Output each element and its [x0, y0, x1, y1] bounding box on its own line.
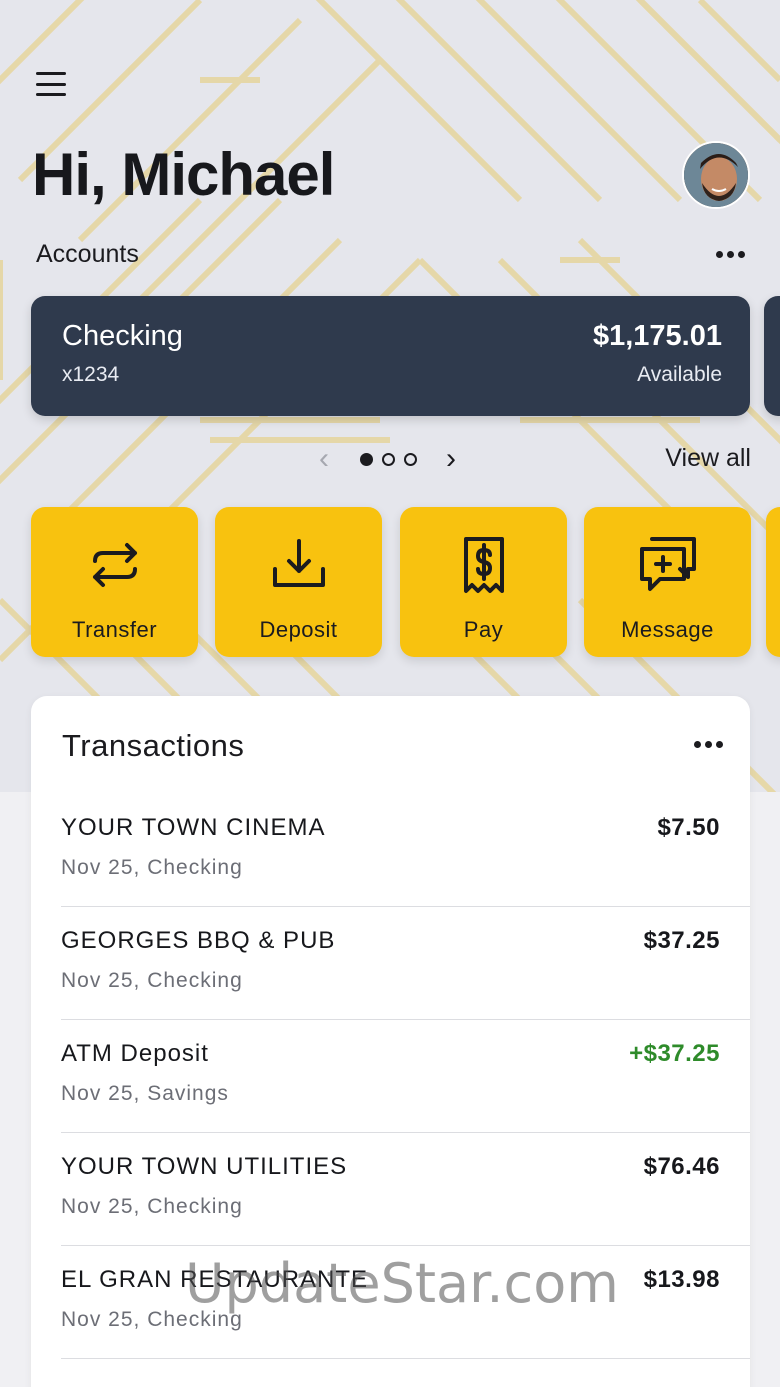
- pay-bill-icon: [463, 537, 504, 593]
- transaction-row[interactable]: YOUR TOWN UTILITIES Nov 25, Checking $76…: [61, 1133, 750, 1246]
- account-name: Checking: [62, 320, 183, 352]
- transaction-name: YOUR TOWN CINEMA: [61, 814, 326, 841]
- page-dot[interactable]: [382, 452, 395, 466]
- transactions-more-icon[interactable]: [694, 741, 723, 748]
- hamburger-menu-icon[interactable]: [36, 70, 70, 98]
- transaction-name: ATM Deposit: [61, 1040, 209, 1067]
- transfer-icon: [92, 543, 137, 587]
- view-all-link[interactable]: View all: [665, 444, 751, 473]
- transaction-name: YOUR TOWN UTILITIES: [61, 1153, 348, 1180]
- transaction-amount: $76.46: [643, 1153, 720, 1180]
- account-card-checking[interactable]: Checking x1234 $1,175.01 Available: [31, 296, 750, 416]
- account-card-next[interactable]: [764, 296, 780, 416]
- more-actions-peek[interactable]: [766, 507, 780, 657]
- transaction-row[interactable]: GEORGES BBQ & PUB Nov 25, Checking $37.2…: [61, 907, 750, 1020]
- account-number: x1234: [62, 363, 120, 386]
- transfer-label: Transfer: [71, 617, 158, 642]
- transaction-details: Nov 25, Checking: [61, 969, 243, 992]
- chevron-right-icon[interactable]: ›: [439, 444, 463, 474]
- accounts-more-icon[interactable]: [716, 251, 745, 258]
- account-pager: ‹ ›: [312, 444, 463, 474]
- transaction-row[interactable]: EL GRAN RESTAURANTE Nov 25, Checking $13…: [61, 1246, 750, 1359]
- pay-label: Pay: [463, 617, 504, 642]
- avatar[interactable]: [682, 141, 750, 209]
- message-button[interactable]: Message: [584, 507, 751, 657]
- transaction-row[interactable]: YOUR TOWN CINEMA Nov 25, Checking $7.50: [61, 794, 750, 907]
- message-add-icon: [639, 537, 696, 591]
- page-dots: [360, 452, 417, 466]
- transaction-name: EL GRAN RESTAURANTE: [61, 1266, 369, 1293]
- transactions-title: Transactions: [62, 728, 245, 763]
- transaction-amount: +$37.25: [629, 1040, 720, 1067]
- accounts-label: Accounts: [36, 240, 139, 268]
- transfer-button[interactable]: Transfer: [31, 507, 198, 657]
- deposit-icon: [272, 539, 325, 587]
- transaction-amount: $7.50: [657, 814, 720, 841]
- message-label: Message: [621, 617, 714, 642]
- transactions-list: YOUR TOWN CINEMA Nov 25, Checking $7.50 …: [61, 794, 750, 1359]
- page-dot[interactable]: [360, 452, 373, 466]
- transaction-details: Nov 25, Checking: [61, 1195, 243, 1218]
- chevron-left-icon[interactable]: ‹: [312, 444, 336, 474]
- transaction-details: Nov 25, Savings: [61, 1082, 229, 1105]
- pay-button[interactable]: Pay: [400, 507, 567, 657]
- deposit-label: Deposit: [259, 617, 338, 642]
- transactions-panel: Transactions YOUR TOWN CINEMA Nov 25, Ch…: [31, 696, 750, 1387]
- account-balance: $1,175.01: [592, 320, 722, 352]
- transaction-row[interactable]: ATM Deposit Nov 25, Savings +$37.25: [61, 1020, 750, 1133]
- transaction-amount: $37.25: [643, 927, 720, 954]
- greeting-title: Hi, Michael: [32, 141, 335, 208]
- page-dot[interactable]: [404, 452, 417, 466]
- transaction-name: GEORGES BBQ & PUB: [61, 927, 336, 954]
- transaction-details: Nov 25, Checking: [61, 1308, 243, 1331]
- transaction-details: Nov 25, Checking: [61, 856, 243, 879]
- account-balance-label: Available: [637, 363, 722, 386]
- deposit-button[interactable]: Deposit: [215, 507, 382, 657]
- transaction-amount: $13.98: [643, 1266, 720, 1293]
